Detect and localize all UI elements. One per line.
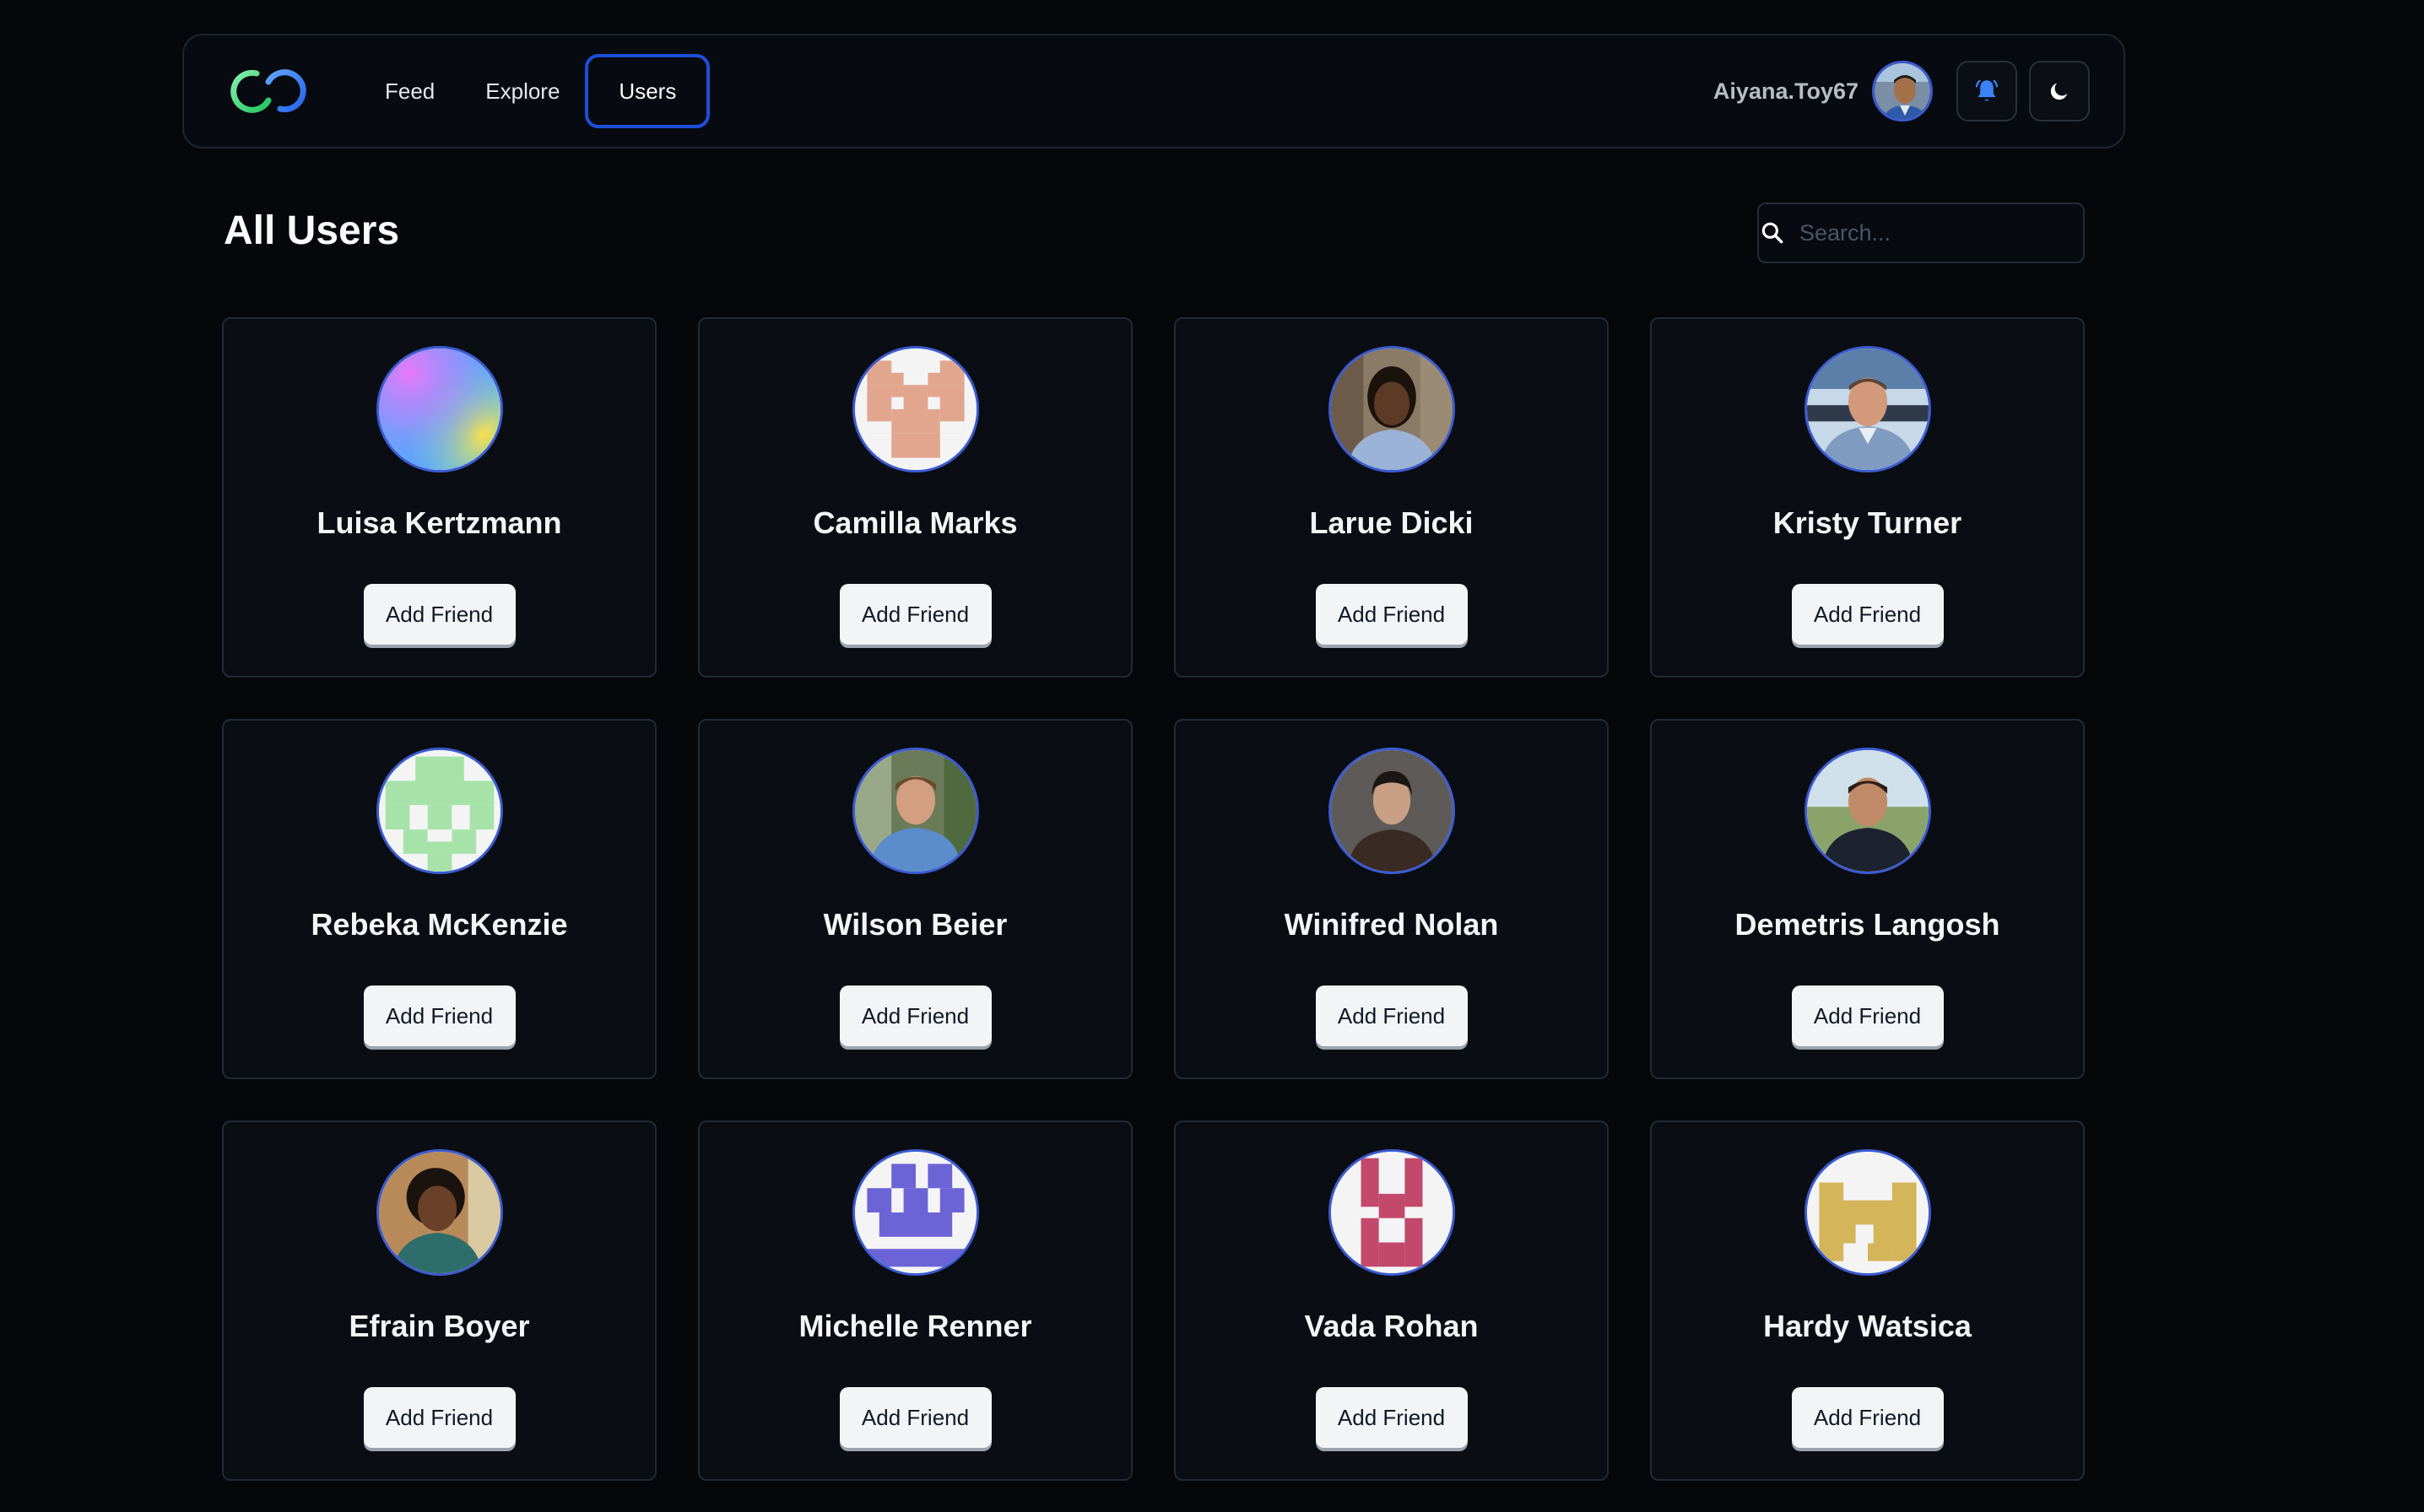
add-friend-button[interactable]: Add Friend — [1791, 986, 1944, 1046]
user-photo — [1330, 348, 1453, 470]
search-input[interactable] — [1786, 204, 2100, 262]
top-navbar: Feed Explore Users Aiyana.Toy67 — [182, 34, 2125, 148]
user-name: Demetris Langosh — [1734, 907, 2000, 942]
add-friend-button[interactable]: Add Friend — [839, 584, 992, 645]
user-card: Efrain Boyer Add Friend — [222, 1120, 657, 1481]
moon-icon — [2050, 83, 2068, 100]
user-avatar[interactable] — [852, 1149, 979, 1276]
user-avatar[interactable] — [1328, 1149, 1455, 1276]
user-photo — [1806, 750, 1929, 872]
user-avatar[interactable] — [1804, 1149, 1931, 1276]
user-avatar[interactable] — [852, 748, 979, 874]
user-photo — [378, 1152, 500, 1273]
user-card: Winifred Nolan Add Friend — [1174, 719, 1609, 1079]
add-friend-button[interactable]: Add Friend — [839, 986, 992, 1046]
add-friend-button[interactable]: Add Friend — [1315, 584, 1468, 645]
user-name: Larue Dicki — [1309, 505, 1474, 540]
nav-user-area: Aiyana.Toy67 — [1713, 61, 2090, 122]
theme-toggle-button[interactable] — [2029, 61, 2090, 122]
add-friend-button[interactable]: Add Friend — [363, 1387, 516, 1448]
user-card: Larue Dicki Add Friend — [1174, 317, 1609, 678]
current-username[interactable]: Aiyana.Toy67 — [1713, 78, 1859, 105]
user-avatar[interactable] — [1804, 748, 1931, 874]
user-avatar[interactable] — [376, 346, 503, 472]
user-avatar[interactable] — [376, 1149, 503, 1276]
nav-link-feed[interactable]: Feed — [360, 54, 460, 128]
user-name: Luisa Kertzmann — [317, 505, 562, 540]
page-title: All Users — [224, 208, 400, 253]
add-friend-button[interactable]: Add Friend — [1791, 1387, 1944, 1448]
user-name: Rebeka McKenzie — [311, 907, 568, 942]
user-card: Camilla Marks Add Friend — [698, 317, 1133, 678]
nav-link-users[interactable]: Users — [585, 54, 711, 128]
user-avatar[interactable] — [852, 346, 979, 472]
identicon-avatar-image — [1330, 1152, 1453, 1273]
identicon-avatar-image — [854, 1152, 977, 1273]
user-avatar[interactable] — [1328, 346, 1455, 472]
add-friend-button[interactable]: Add Friend — [363, 986, 516, 1046]
user-name: Kristy Turner — [1772, 505, 1962, 540]
user-card: Hardy Watsica Add Friend — [1650, 1120, 2085, 1481]
user-card: Luisa Kertzmann Add Friend — [222, 317, 657, 678]
user-card: Kristy Turner Add Friend — [1650, 317, 2085, 678]
user-name: Efrain Boyer — [349, 1309, 530, 1343]
user-card: Rebeka McKenzie Add Friend — [222, 719, 657, 1079]
user-name: Wilson Beier — [823, 907, 1008, 942]
identicon-avatar-image — [378, 750, 500, 872]
user-name: Hardy Watsica — [1763, 1309, 1972, 1343]
user-photo — [1806, 348, 1929, 470]
add-friend-button[interactable]: Add Friend — [839, 1387, 992, 1448]
user-card: Demetris Langosh Add Friend — [1650, 719, 2085, 1079]
nav-link-explore[interactable]: Explore — [460, 54, 585, 128]
app-logo[interactable] — [228, 62, 311, 121]
user-name: Michelle Renner — [798, 1309, 1032, 1343]
search-icon — [1759, 204, 1786, 262]
user-card: Michelle Renner Add Friend — [698, 1120, 1133, 1481]
user-name: Winifred Nolan — [1284, 907, 1499, 942]
gradient-avatar-image — [378, 348, 500, 470]
user-card: Wilson Beier Add Friend — [698, 719, 1133, 1079]
nav-links: Feed Explore Users — [360, 54, 711, 128]
bell-icon — [1975, 79, 1999, 101]
user-name: Camilla Marks — [813, 505, 1018, 540]
logo-icon — [230, 69, 306, 113]
user-photo — [854, 750, 977, 872]
identicon-avatar-image — [1806, 1152, 1929, 1273]
identicon-avatar-image — [854, 348, 977, 470]
user-name: Vada Rohan — [1304, 1309, 1479, 1343]
user-avatar[interactable] — [1804, 346, 1931, 472]
user-avatar[interactable] — [1328, 748, 1455, 874]
add-friend-button[interactable]: Add Friend — [1791, 584, 1944, 645]
user-avatar[interactable] — [376, 748, 503, 874]
add-friend-button[interactable]: Add Friend — [363, 584, 516, 645]
avatar-photo — [1875, 63, 1930, 119]
notifications-button[interactable] — [1956, 61, 2017, 122]
users-grid: Luisa Kertzmann Add Friend Camilla Marks… — [222, 317, 2086, 1481]
user-photo — [1330, 750, 1453, 872]
add-friend-button[interactable]: Add Friend — [1315, 1387, 1468, 1448]
search-box — [1757, 202, 2100, 263]
add-friend-button[interactable]: Add Friend — [1315, 986, 1468, 1046]
user-card: Vada Rohan Add Friend — [1174, 1120, 1609, 1481]
current-user-avatar[interactable] — [1872, 61, 1933, 122]
